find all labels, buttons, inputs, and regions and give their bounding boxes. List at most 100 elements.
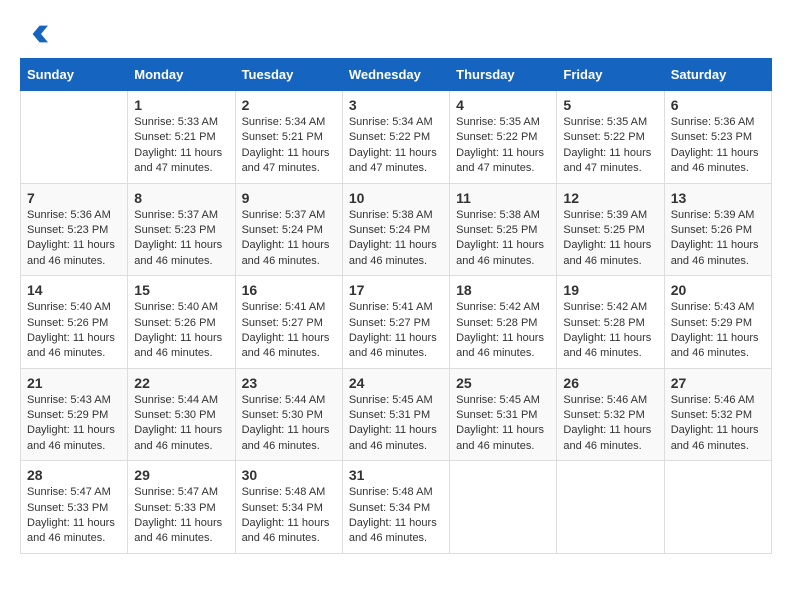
day-info: Sunrise: 5:33 AMSunset: 5:21 PMDaylight:… xyxy=(134,115,228,177)
calendar-cell: 5 Sunrise: 5:35 AMSunset: 5:22 PMDaylight… xyxy=(557,91,664,184)
day-number: 21 xyxy=(27,375,121,391)
day-info: Sunrise: 5:42 AMSunset: 5:28 PMDaylight:… xyxy=(456,300,550,362)
day-info: Sunrise: 5:47 AMSunset: 5:33 PMDaylight:… xyxy=(134,485,228,547)
calendar-cell: 20 Sunrise: 5:43 AMSunset: 5:29 PMDayligh… xyxy=(664,276,771,369)
calendar-cell: 12 Sunrise: 5:39 AMSunset: 5:25 PMDayligh… xyxy=(557,183,664,276)
calendar-cell: 28Sunrise: 5:47 AMSunset: 5:33 PMDayligh… xyxy=(21,461,128,554)
day-number: 17 xyxy=(349,282,443,298)
day-info: Sunrise: 5:40 AMSunset: 5:26 PMDaylight:… xyxy=(134,300,228,362)
day-info: Sunrise: 5:43 AMSunset: 5:29 PMDaylight:… xyxy=(671,300,765,362)
header-friday: Friday xyxy=(557,59,664,91)
calendar-header: SundayMondayTuesdayWednesdayThursdayFrid… xyxy=(21,59,772,91)
day-info: Sunrise: 5:48 AMSunset: 5:34 PMDaylight:… xyxy=(349,485,443,547)
calendar-cell: 7 Sunrise: 5:36 AMSunset: 5:23 PMDaylight… xyxy=(21,183,128,276)
day-number: 9 xyxy=(242,190,336,206)
calendar-cell: 24 Sunrise: 5:45 AMSunset: 5:31 PMDayligh… xyxy=(342,368,449,461)
header-sunday: Sunday xyxy=(21,59,128,91)
calendar-cell: 4 Sunrise: 5:35 AMSunset: 5:22 PMDaylight… xyxy=(450,91,557,184)
calendar-cell: 27 Sunrise: 5:46 AMSunset: 5:32 PMDayligh… xyxy=(664,368,771,461)
calendar-cell xyxy=(664,461,771,554)
day-number: 6 xyxy=(671,97,765,113)
day-info: Sunrise: 5:34 AMSunset: 5:22 PMDaylight:… xyxy=(349,115,443,177)
day-number: 26 xyxy=(563,375,657,391)
day-number: 7 xyxy=(27,190,121,206)
day-info: Sunrise: 5:35 AMSunset: 5:22 PMDaylight:… xyxy=(456,115,550,177)
day-info: Sunrise: 5:36 AMSunset: 5:23 PMDaylight:… xyxy=(671,115,765,177)
day-number: 4 xyxy=(456,97,550,113)
day-number: 20 xyxy=(671,282,765,298)
day-number: 29 xyxy=(134,467,228,483)
calendar-cell: 11Sunrise: 5:38 AMSunset: 5:25 PMDayligh… xyxy=(450,183,557,276)
day-info: Sunrise: 5:36 AMSunset: 5:23 PMDaylight:… xyxy=(27,208,121,270)
logo-icon xyxy=(20,20,48,48)
day-info: Sunrise: 5:46 AMSunset: 5:32 PMDaylight:… xyxy=(671,393,765,455)
calendar-cell: 23Sunrise: 5:44 AMSunset: 5:30 PMDayligh… xyxy=(235,368,342,461)
week-row-0: 1 Sunrise: 5:33 AMSunset: 5:21 PMDaylight… xyxy=(21,91,772,184)
calendar-cell: 1 Sunrise: 5:33 AMSunset: 5:21 PMDaylight… xyxy=(128,91,235,184)
day-info: Sunrise: 5:44 AMSunset: 5:30 PMDaylight:… xyxy=(134,393,228,455)
header-monday: Monday xyxy=(128,59,235,91)
calendar-cell: 26 Sunrise: 5:46 AMSunset: 5:32 PMDayligh… xyxy=(557,368,664,461)
header-tuesday: Tuesday xyxy=(235,59,342,91)
day-info: Sunrise: 5:43 AMSunset: 5:29 PMDaylight:… xyxy=(27,393,121,455)
day-number: 15 xyxy=(134,282,228,298)
day-number: 14 xyxy=(27,282,121,298)
day-number: 12 xyxy=(563,190,657,206)
calendar-cell xyxy=(450,461,557,554)
day-info: Sunrise: 5:37 AMSunset: 5:24 PMDaylight:… xyxy=(242,208,336,270)
calendar-cell: 14 Sunrise: 5:40 AMSunset: 5:26 PMDayligh… xyxy=(21,276,128,369)
week-row-2: 14 Sunrise: 5:40 AMSunset: 5:26 PMDayligh… xyxy=(21,276,772,369)
week-row-1: 7 Sunrise: 5:36 AMSunset: 5:23 PMDaylight… xyxy=(21,183,772,276)
calendar-cell: 3 Sunrise: 5:34 AMSunset: 5:22 PMDaylight… xyxy=(342,91,449,184)
day-number: 24 xyxy=(349,375,443,391)
day-info: Sunrise: 5:40 AMSunset: 5:26 PMDaylight:… xyxy=(27,300,121,362)
week-row-4: 28 Sunrise: 5:47 AMSunset: 5:33 PMDayligh… xyxy=(21,461,772,554)
calendar-cell: 22 Sunrise: 5:44 AMSunset: 5:30 PMDayligh… xyxy=(128,368,235,461)
day-number: 8 xyxy=(134,190,228,206)
calendar-cell: 25Sunrise: 5:45 AMSunset: 5:31 PMDayligh… xyxy=(450,368,557,461)
calendar-cell: 2Sunrise: 5:34 AMSunset: 5:21 PMDaylight… xyxy=(235,91,342,184)
header-wednesday: Wednesday xyxy=(342,59,449,91)
day-number: 13 xyxy=(671,190,765,206)
day-info: Sunrise: 5:38 AMSunset: 5:24 PMDaylight:… xyxy=(349,208,443,270)
day-number: 27 xyxy=(671,375,765,391)
calendar-cell: 15 Sunrise: 5:40 AMSunset: 5:26 PMDayligh… xyxy=(128,276,235,369)
day-number: 2 xyxy=(242,97,336,113)
day-number: 3 xyxy=(349,97,443,113)
day-info: Sunrise: 5:35 AMSunset: 5:22 PMDaylight:… xyxy=(563,115,657,177)
logo xyxy=(20,20,52,48)
calendar-cell xyxy=(557,461,664,554)
week-row-3: 21 Sunrise: 5:43 AMSunset: 5:29 PMDayligh… xyxy=(21,368,772,461)
day-number: 25 xyxy=(456,375,550,391)
day-info: Sunrise: 5:42 AMSunset: 5:28 PMDaylight:… xyxy=(563,300,657,362)
day-info: Sunrise: 5:46 AMSunset: 5:32 PMDaylight:… xyxy=(563,393,657,455)
day-info: Sunrise: 5:38 AMSunset: 5:25 PMDaylight:… xyxy=(456,208,550,270)
day-info: Sunrise: 5:37 AMSunset: 5:23 PMDaylight:… xyxy=(134,208,228,270)
day-number: 10 xyxy=(349,190,443,206)
page-header xyxy=(20,20,772,48)
calendar-cell: 17Sunrise: 5:41 AMSunset: 5:27 PMDayligh… xyxy=(342,276,449,369)
day-number: 28 xyxy=(27,467,121,483)
calendar-cell: 19Sunrise: 5:42 AMSunset: 5:28 PMDayligh… xyxy=(557,276,664,369)
calendar-cell: 6 Sunrise: 5:36 AMSunset: 5:23 PMDaylight… xyxy=(664,91,771,184)
day-info: Sunrise: 5:39 AMSunset: 5:26 PMDaylight:… xyxy=(671,208,765,270)
calendar-table: SundayMondayTuesdayWednesdayThursdayFrid… xyxy=(20,58,772,554)
header-thursday: Thursday xyxy=(450,59,557,91)
calendar-cell: 29 Sunrise: 5:47 AMSunset: 5:33 PMDayligh… xyxy=(128,461,235,554)
day-info: Sunrise: 5:48 AMSunset: 5:34 PMDaylight:… xyxy=(242,485,336,547)
day-info: Sunrise: 5:41 AMSunset: 5:27 PMDaylight:… xyxy=(242,300,336,362)
day-info: Sunrise: 5:45 AMSunset: 5:31 PMDaylight:… xyxy=(349,393,443,455)
header-saturday: Saturday xyxy=(664,59,771,91)
day-number: 1 xyxy=(134,97,228,113)
day-info: Sunrise: 5:39 AMSunset: 5:25 PMDaylight:… xyxy=(563,208,657,270)
calendar-cell: 10 Sunrise: 5:38 AMSunset: 5:24 PMDayligh… xyxy=(342,183,449,276)
calendar-cell: 9 Sunrise: 5:37 AMSunset: 5:24 PMDaylight… xyxy=(235,183,342,276)
day-number: 18 xyxy=(456,282,550,298)
calendar-body: 1 Sunrise: 5:33 AMSunset: 5:21 PMDaylight… xyxy=(21,91,772,554)
day-number: 5 xyxy=(563,97,657,113)
day-number: 31 xyxy=(349,467,443,483)
day-number: 22 xyxy=(134,375,228,391)
calendar-cell: 13 Sunrise: 5:39 AMSunset: 5:26 PMDayligh… xyxy=(664,183,771,276)
calendar-cell xyxy=(21,91,128,184)
day-number: 16 xyxy=(242,282,336,298)
